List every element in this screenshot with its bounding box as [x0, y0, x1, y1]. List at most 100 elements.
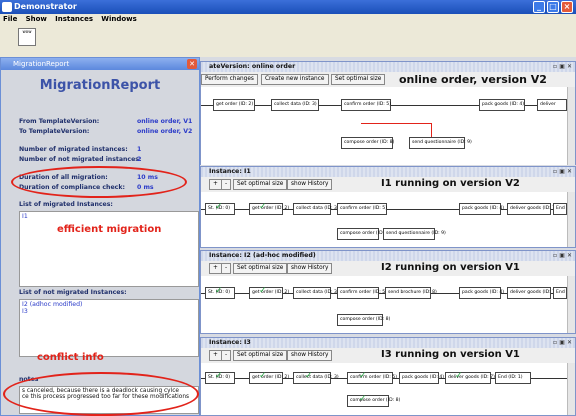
- process-node[interactable]: confirm order (ID: 5): [337, 203, 387, 215]
- sync-edge: [361, 123, 431, 124]
- process-node[interactable]: confirm order (ID: 5): [341, 99, 391, 111]
- process-node[interactable]: collect data (ID: 3): [271, 99, 319, 111]
- panel-headline: online order, version V2: [399, 73, 547, 86]
- process-node[interactable]: deliver goods (ID: 7): [507, 287, 557, 299]
- show-history-button[interactable]: show History: [287, 350, 333, 361]
- menu-file[interactable]: File: [3, 15, 17, 23]
- process-node[interactable]: send questionnaire (ID: 9): [383, 228, 446, 240]
- process-node[interactable]: compose order (ID: 8): [347, 395, 400, 407]
- scrollbar[interactable]: [567, 363, 575, 415]
- process-node[interactable]: collect data (ID: 3): [293, 203, 339, 215]
- panel-window-controls[interactable]: ▫ ▣ ✕: [553, 62, 572, 72]
- not-migrated-count-row: Number of not migrated instances: 2: [19, 156, 199, 163]
- list-item[interactable]: I3: [22, 308, 196, 315]
- workflow-icon-label: wow: [22, 29, 32, 34]
- panel-title: Instance: I2 (ad-hoc modified) ▫ ▣ ✕: [201, 251, 575, 261]
- process-canvas[interactable]: get order (ID: 2) collect data (ID: 3) c…: [201, 87, 567, 165]
- panel-toolbar: + - Set optimal size show History I2 run…: [201, 261, 575, 276]
- maximize-icon[interactable]: □: [547, 1, 559, 13]
- completed-check-icon: ✓: [259, 202, 267, 212]
- migrated-instances-list[interactable]: I1: [19, 211, 199, 287]
- not-migrated-instances-list[interactable]: I2 (adhoc modified) I3: [19, 299, 199, 357]
- process-node[interactable]: pack goods (ID: 4): [399, 372, 444, 384]
- from-version-row: From TemplateVersion: online order, V1: [19, 118, 199, 125]
- panel-window-controls[interactable]: ▫ ▣ ✕: [553, 167, 572, 177]
- zoom-in-button[interactable]: +: [209, 350, 222, 361]
- create-instance-button[interactable]: Create new instance: [261, 74, 329, 85]
- scrollbar[interactable]: [567, 192, 575, 247]
- close-icon[interactable]: ×: [561, 1, 573, 13]
- highlight-ellipse: [11, 166, 187, 198]
- list-item[interactable]: I1: [22, 213, 196, 220]
- process-node[interactable]: deliver: [537, 99, 567, 111]
- zoom-out-button[interactable]: -: [221, 350, 232, 361]
- process-node[interactable]: End (ID: 1): [495, 372, 531, 384]
- panel-title-text: Instance: I1: [209, 168, 251, 175]
- menu-show[interactable]: Show: [26, 15, 47, 23]
- minimize-icon[interactable]: _: [533, 1, 545, 13]
- close-icon[interactable]: ✕: [187, 59, 197, 69]
- scrollbar[interactable]: [567, 87, 575, 165]
- report-window-title: MigrationReport: [13, 60, 70, 68]
- from-version-label: From TemplateVersion:: [19, 118, 100, 125]
- efficient-migration-annotation: efficient migration: [57, 224, 162, 235]
- panel-title-text: ateVersion: online order: [209, 63, 296, 70]
- set-optimal-size-button[interactable]: Set optimal size: [331, 74, 386, 85]
- from-version-value: online order, V1: [137, 118, 193, 125]
- conflict-info-annotation: conflict info: [37, 352, 104, 363]
- process-node[interactable]: send questionnaire (ID: 9): [409, 137, 472, 149]
- zoom-out-button[interactable]: -: [221, 179, 232, 190]
- migrated-list-label: List of migrated Instances:: [19, 201, 113, 208]
- panel-title: ateVersion: online order ▫ ▣ ✕: [201, 62, 575, 72]
- process-node[interactable]: pack goods (ID: 4): [459, 203, 504, 215]
- process-node[interactable]: End: [553, 203, 567, 215]
- process-canvas[interactable]: St. (ID: 0) get order (ID: 2) collect da…: [201, 192, 567, 247]
- process-node[interactable]: compose order (ID: 8): [341, 137, 394, 149]
- panel-toolbar: Perform changes Create new instance Set …: [201, 72, 575, 87]
- zoom-in-button[interactable]: +: [209, 179, 222, 190]
- panel-window-controls[interactable]: ▫ ▣ ✕: [553, 338, 572, 348]
- instance-i1-panel: Instance: I1 ▫ ▣ ✕ + - Set optimal size …: [200, 166, 576, 248]
- panel-window-controls[interactable]: ▫ ▣ ✕: [553, 251, 572, 261]
- list-item[interactable]: I2 (adhoc modified): [22, 301, 196, 308]
- perform-changes-button[interactable]: Perform changes: [201, 74, 258, 85]
- menu-bar: File Show Instances Windows: [0, 14, 576, 25]
- process-node[interactable]: compose order (ID: 8): [337, 228, 390, 240]
- menu-instances[interactable]: Instances: [55, 15, 93, 23]
- process-node[interactable]: confirm order (ID: 5): [347, 372, 397, 384]
- show-history-button[interactable]: show History: [287, 179, 333, 190]
- process-node[interactable]: pack goods (ID: 4): [459, 287, 504, 299]
- set-optimal-size-button[interactable]: Set optimal size: [233, 350, 288, 361]
- process-node[interactable]: confirm order (ID: 5): [337, 287, 387, 299]
- scrollbar[interactable]: [567, 276, 575, 333]
- completed-check-icon: ✓: [215, 371, 223, 381]
- show-history-button[interactable]: show History: [287, 263, 333, 274]
- process-canvas[interactable]: St. (ID: 0) get order (ID: 2) collect da…: [201, 363, 567, 415]
- app-titlebar: Demonstrator _ □ ×: [0, 0, 576, 14]
- set-optimal-size-button[interactable]: Set optimal size: [233, 179, 288, 190]
- set-optimal-size-button[interactable]: Set optimal size: [233, 263, 288, 274]
- process-node[interactable]: collect data (ID: 3): [293, 287, 339, 299]
- app-icon: [2, 2, 12, 12]
- migrated-count-value: 1: [137, 146, 142, 153]
- not-migrated-count-label: Number of not migrated instances:: [19, 156, 142, 163]
- to-version-row: To TemplateVersion: online order, V2: [19, 128, 199, 135]
- zoom-in-button[interactable]: +: [209, 263, 222, 274]
- completed-check-icon: ✓: [359, 394, 367, 404]
- process-node[interactable]: get order (ID: 2): [213, 99, 255, 111]
- process-node[interactable]: deliver goods (ID: 7): [507, 203, 557, 215]
- process-node[interactable]: send brochure (ID: 8): [385, 287, 437, 299]
- not-migrated-count-value: 2: [137, 156, 142, 163]
- panel-toolbar: + - Set optimal size show History I3 run…: [201, 348, 575, 363]
- panel-headline: I1 running on version V2: [381, 178, 520, 189]
- to-version-label: To TemplateVersion:: [19, 128, 90, 135]
- instance-i2-panel: Instance: I2 (ad-hoc modified) ▫ ▣ ✕ + -…: [200, 250, 576, 334]
- process-node[interactable]: compose order (ID: 8): [337, 314, 390, 326]
- workflow-icon[interactable]: wow: [18, 28, 36, 46]
- process-canvas[interactable]: St. (ID: 0) get order (ID: 2) collect da…: [201, 276, 567, 333]
- process-node[interactable]: deliver goods (ID: 7): [445, 372, 495, 384]
- process-node[interactable]: End: [553, 287, 567, 299]
- process-node[interactable]: pack goods (ID: 4): [479, 99, 525, 111]
- menu-windows[interactable]: Windows: [101, 15, 137, 23]
- zoom-out-button[interactable]: -: [221, 263, 232, 274]
